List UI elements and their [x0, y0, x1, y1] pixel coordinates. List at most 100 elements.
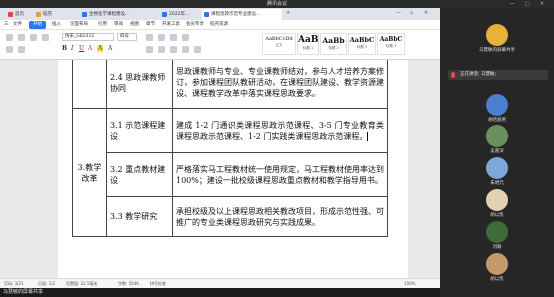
menu-file[interactable]: 文件 — [13, 20, 22, 30]
paste-icon[interactable] — [6, 34, 13, 41]
status-words[interactable]: 字数: 5046 — [118, 279, 139, 288]
avatar — [486, 125, 508, 147]
menu-developer[interactable]: 开发工具 — [162, 20, 180, 30]
wps-menu-bar: 三 文件 开始 插入 页面布局 引用 审阅 视图 章节 开发工具 会员专享 稻壳… — [0, 20, 440, 30]
participant-tile[interactable]: 刘颖 — [446, 221, 548, 250]
line-spacing-icon[interactable] — [194, 46, 201, 53]
menu-page-layout[interactable]: 页面布局 — [70, 20, 88, 30]
tab-doc-active[interactable]: 课程思政示范专业建设... — [202, 9, 282, 20]
status-zoom[interactable]: 100% — [404, 279, 415, 288]
shared-screen: 首页 稻壳 生物化学课程建设... 2022年... 课程思政示范专业建设...… — [0, 8, 440, 288]
share-footer-label: 马慧敏的屏幕共享 — [0, 288, 440, 297]
participants-panel: 马慧敏的屏幕共享 正在讲话: 马慧敏; 胡哈丽君 吴嘉深 朱明元 胡以凯 刘颖 — [440, 8, 554, 297]
style-normal[interactable]: AaBbCcDd 正文 — [262, 33, 296, 55]
participant-tile[interactable]: 吴嘉深 — [446, 125, 548, 154]
docer-icon — [36, 12, 41, 17]
align-left-icon[interactable] — [146, 46, 153, 53]
underline-icon[interactable]: U — [79, 45, 84, 52]
window-minimize-icon[interactable]: — — [396, 10, 401, 16]
avatar — [486, 253, 508, 275]
style-heading-2[interactable]: AaBb 标题 2 — [320, 33, 347, 55]
menu-insert[interactable]: 插入 — [52, 20, 61, 30]
wps-tab-bar: 首页 稻壳 生物化学课程建设... 2022年... 课程思政示范专业建设...… — [0, 8, 440, 20]
menu-docer-resources[interactable]: 稻壳资源 — [210, 20, 228, 30]
table-row: 3.3 教学研究 承担校级及以上课程思政相关教改项目，形成示范性强、可推广的专业… — [73, 196, 388, 237]
meeting-title: 腾讯会议 — [266, 1, 287, 7]
bold-icon[interactable]: B — [62, 45, 67, 52]
menu-member[interactable]: 会员专享 — [186, 20, 204, 30]
avatar — [486, 221, 508, 243]
font-color-icon[interactable]: A — [88, 45, 92, 52]
document-area[interactable]: 2.4 思政课教师协同 思政课教师与专业、专业课教师结对，参与人才培养方案修订，… — [0, 60, 440, 278]
table-cell-text[interactable]: 承担校级及以上课程思政相关教改项目，形成示范性强、可推广的专业类课程思政研究与实… — [172, 196, 388, 237]
document-page[interactable]: 2.4 思政课教师协同 思政课教师与专业、专业课教师结对，参与人才培养方案修订，… — [58, 60, 408, 278]
avatar — [486, 189, 508, 211]
menu-review[interactable]: 审阅 — [114, 20, 123, 30]
minimize-icon[interactable]: — — [510, 1, 515, 7]
copy-icon[interactable] — [30, 34, 37, 41]
table-cell-label[interactable]: 2.4 思政课教师协同 — [106, 60, 173, 109]
align-right-icon[interactable] — [170, 46, 177, 53]
align-center-icon[interactable] — [158, 46, 165, 53]
sort-icon[interactable] — [182, 34, 189, 41]
wps-ribbon: 仿宋_GB2312 四号 B I U A A A AaBbCcDd 正文 AaB — [0, 30, 440, 60]
style-heading-1[interactable]: AaB 标题 1 — [297, 33, 319, 55]
tab-docer[interactable]: 稻壳 — [34, 9, 60, 20]
style-heading-3[interactable]: AaBbC 标题 3 — [348, 33, 376, 55]
table-row: 3.教学改革 3.1 示范课程建设 建成 1-2 门通识类课程思政示范课程、3-… — [72, 108, 388, 237]
table-cell-text[interactable]: 建成 1-2 门通识类课程思政示范课程、3-5 门专业教育类课程思政示范课程、1… — [172, 108, 388, 153]
status-pages: 页面: 1/2 — [38, 281, 56, 286]
table-cell-empty[interactable] — [72, 60, 107, 109]
wps-home-icon — [8, 12, 13, 17]
numbering-icon[interactable] — [158, 34, 165, 41]
status-spell-check[interactable]: 拼写检查 — [150, 279, 166, 288]
participant-tile[interactable]: 朱明元 — [446, 157, 548, 186]
tab-doc-1[interactable]: 生物化学课程建设... — [80, 9, 158, 20]
participant-tile[interactable]: 胡以凯 — [446, 189, 548, 218]
justify-icon[interactable] — [182, 46, 189, 53]
mic-icon — [451, 72, 455, 78]
avatar — [486, 94, 508, 116]
redo-icon[interactable] — [18, 46, 25, 53]
maximize-icon[interactable]: □ — [525, 1, 530, 7]
table-cell-text[interactable]: 严格落实马工程教材统一使用规定，马工程教材使用率达到 100%；建设一批校级课程… — [172, 152, 388, 197]
word-doc-icon — [82, 12, 87, 17]
tab-doc-2[interactable]: 2022年... — [160, 9, 200, 20]
highlight-icon[interactable]: A — [97, 45, 104, 52]
speaking-indicator: 正在讲话: 马慧敏; — [448, 70, 548, 80]
menu-start[interactable]: 开始 — [29, 21, 46, 29]
participant-tile[interactable]: 胡以凯 — [446, 253, 548, 282]
close-icon[interactable]: ✕ — [540, 1, 544, 7]
tab-home[interactable]: 首页 — [6, 9, 32, 20]
window-close-icon[interactable]: ✕ — [424, 10, 428, 16]
format-painter-icon[interactable] — [42, 34, 49, 41]
table-cell-label[interactable]: 3.1 示范课程建设 — [106, 108, 173, 153]
font-name-select[interactable]: 仿宋_GB2312 — [62, 33, 114, 41]
status-setting: 设置值: 22.5毫米 — [66, 281, 98, 286]
menu-hamburger[interactable]: 三 — [4, 20, 9, 30]
bullets-icon[interactable] — [146, 34, 153, 41]
font-shading-icon[interactable]: A — [108, 45, 112, 52]
new-tab-icon[interactable]: + — [286, 10, 290, 16]
word-doc-icon — [204, 12, 209, 17]
status-page[interactable]: 页码: 3/21 — [4, 279, 24, 288]
table-row: 2.4 思政课教师协同 思政课教师与专业、专业课教师结对，参与人才培养方案修订，… — [72, 60, 388, 109]
cut-icon[interactable] — [18, 34, 25, 41]
table-cell-text[interactable]: 思政课教师与专业、专业课教师结对，参与人才培养方案修订，参加课程团队教研活动，在… — [172, 60, 388, 109]
participant-tile[interactable]: 胡哈丽君 — [446, 94, 548, 123]
participant-tile[interactable]: 马慧敏的屏幕共享 — [446, 24, 548, 53]
undo-icon[interactable] — [6, 46, 13, 53]
menu-references[interactable]: 引用 — [98, 20, 107, 30]
menu-chapter[interactable]: 章节 — [146, 20, 155, 30]
window-restore-icon[interactable]: ▫ — [410, 10, 413, 16]
italic-icon[interactable]: I — [71, 45, 73, 52]
table-cell-label[interactable]: 3.3 教学研究 — [106, 196, 173, 237]
style-heading-4[interactable]: AaBbC 标题 4 — [377, 33, 405, 55]
menu-view[interactable]: 视图 — [130, 20, 139, 30]
avatar — [486, 157, 508, 179]
word-doc-icon — [162, 12, 167, 17]
font-size-select[interactable]: 四号 — [117, 33, 137, 41]
indent-icon[interactable] — [170, 34, 177, 41]
table-cell-label[interactable]: 3.2 重点教材建设 — [106, 152, 173, 197]
table-cell-category[interactable]: 3.教学改革 — [72, 108, 107, 237]
